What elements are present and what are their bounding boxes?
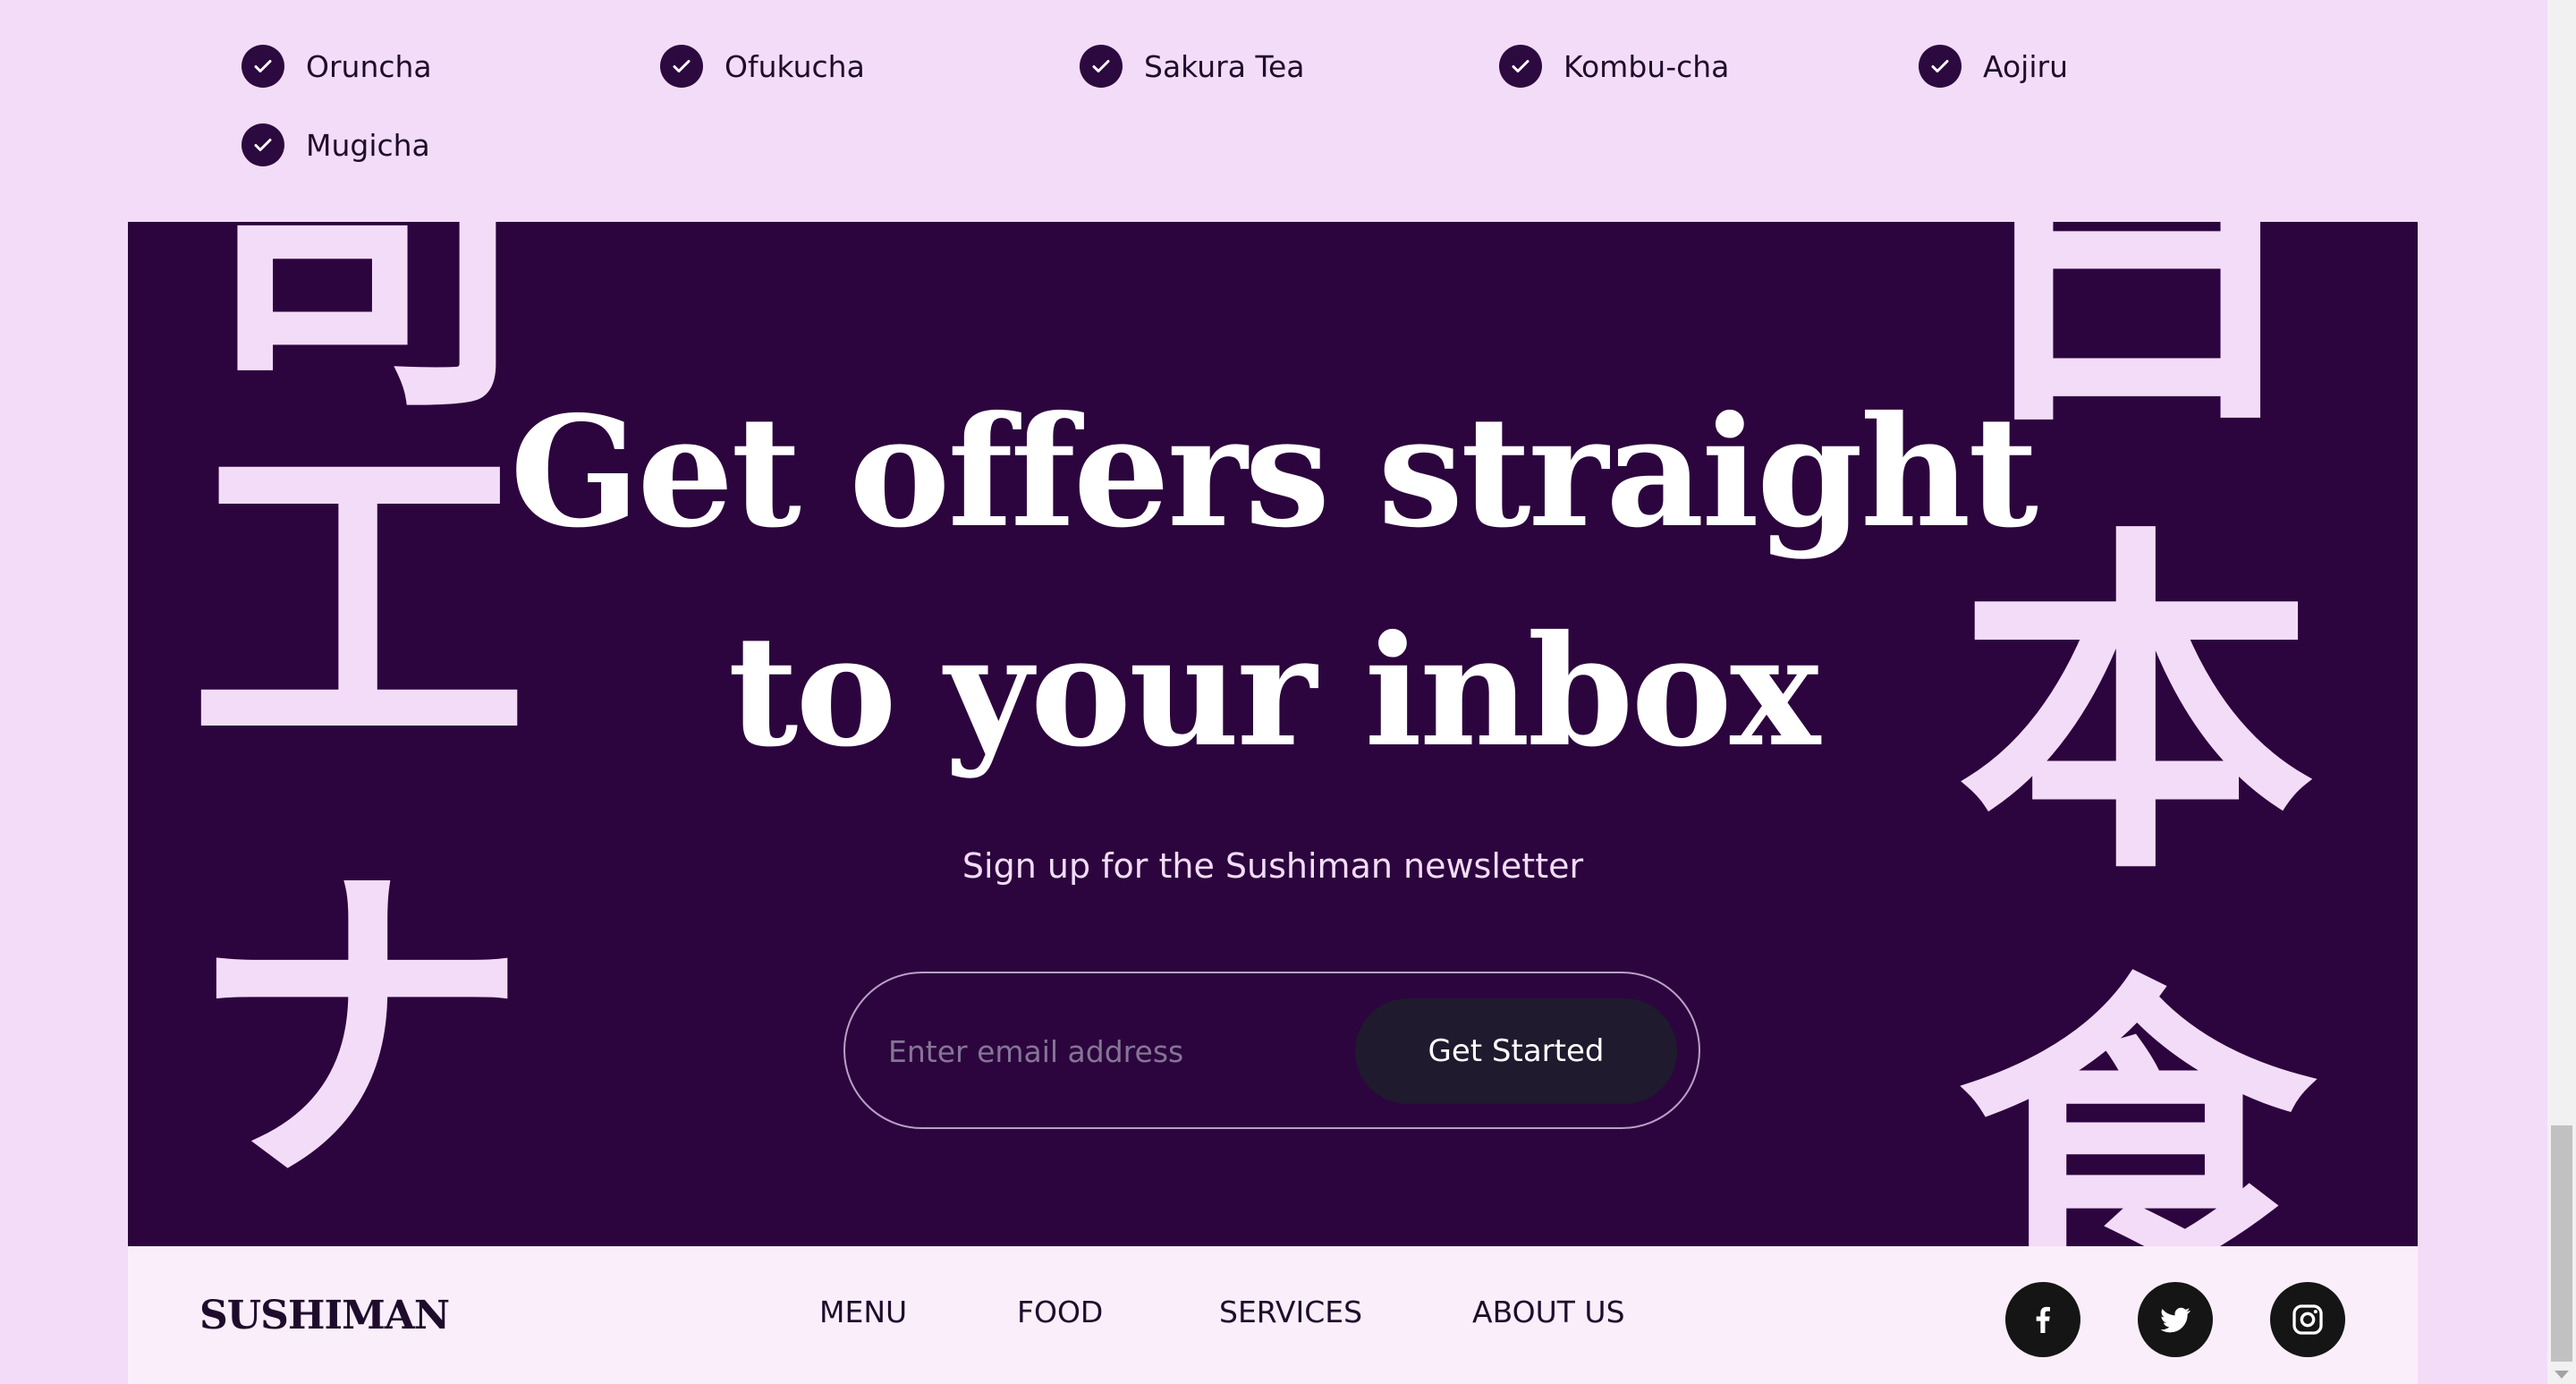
decorative-kanji: ナ — [189, 833, 529, 1229]
check-icon — [660, 45, 703, 88]
facebook-icon[interactable] — [2005, 1282, 2080, 1357]
tea-label: Mugicha — [306, 127, 430, 163]
nav-link-food[interactable]: FOOD — [1017, 1295, 1103, 1329]
tea-item-oruncha: Oruncha — [242, 41, 432, 91]
footer: SUSHIMAN MENU FOOD SERVICES ABOUT US — [128, 1246, 2418, 1384]
scrollbar-thumb[interactable] — [2551, 1125, 2572, 1362]
tea-label: Oruncha — [306, 48, 432, 84]
newsletter-section: 司 工 ナ 日 本 食 Get offers straight to your … — [128, 222, 2418, 1246]
email-input[interactable] — [886, 1009, 1337, 1093]
tea-item-sakura-tea: Sakura Tea — [1080, 41, 1305, 91]
check-icon — [1919, 45, 1962, 88]
tea-label: Kombu-cha — [1563, 48, 1730, 84]
newsletter-headline: Get offers straight to your inbox — [128, 363, 2418, 802]
tea-checklist: Oruncha Ofukucha Sakura Tea Kombu-cha Ao… — [242, 41, 2299, 175]
nav-link-about-us[interactable]: ABOUT US — [1472, 1295, 1625, 1329]
decorative-kanji: 食 — [1957, 948, 2315, 1247]
instagram-icon[interactable] — [2270, 1282, 2345, 1357]
tea-item-aojiru: Aojiru — [1919, 41, 2068, 91]
check-icon — [242, 123, 284, 166]
tea-item-kombu-cha: Kombu-cha — [1499, 41, 1729, 91]
tea-item-ofukucha: Ofukucha — [660, 41, 865, 91]
check-icon — [242, 45, 284, 88]
tea-label: Sakura Tea — [1144, 48, 1305, 84]
nav-link-menu[interactable]: MENU — [819, 1295, 907, 1329]
twitter-icon[interactable] — [2138, 1282, 2213, 1357]
brand-logo[interactable]: SUSHIMAN — [199, 1293, 450, 1338]
newsletter-subhead: Sign up for the Sushiman newsletter — [962, 846, 1584, 886]
headline-line-1: Get offers straight — [510, 383, 2038, 562]
check-icon — [1080, 45, 1123, 88]
headline-line-2: to your inbox — [727, 602, 1820, 781]
tea-label: Ofukucha — [724, 48, 865, 84]
vertical-scrollbar[interactable] — [2547, 0, 2576, 1384]
check-icon — [1499, 45, 1542, 88]
get-started-button[interactable]: Get Started — [1355, 998, 1677, 1104]
tea-item-mugicha: Mugicha — [242, 120, 430, 170]
signup-form: Get Started — [843, 972, 1700, 1129]
scroll-down-arrow-icon[interactable] — [2555, 1371, 2569, 1379]
tea-label: Aojiru — [1983, 48, 2069, 84]
nav-link-services[interactable]: SERVICES — [1219, 1295, 1362, 1329]
